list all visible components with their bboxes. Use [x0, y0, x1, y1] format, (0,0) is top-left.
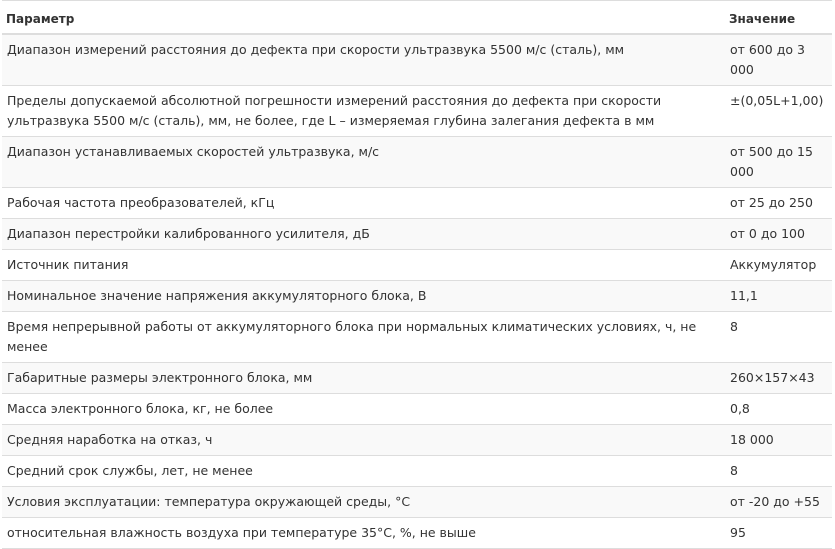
header-parameter: Параметр — [2, 0, 725, 35]
table-row: Пределы допускаемой абсолютной погрешнос… — [2, 85, 832, 137]
table-row: Номинальное значение напряжения аккумуля… — [2, 280, 832, 312]
parameter-cell: Габаритные размеры электронного блока, м… — [2, 362, 725, 394]
header-row: Параметр Значение — [2, 0, 832, 35]
header-value: Значение — [725, 0, 832, 35]
table-row: Диапазон измерений расстояния до дефекта… — [2, 34, 832, 86]
parameter-cell: Номинальное значение напряжения аккумуля… — [2, 280, 725, 312]
parameter-cell: Диапазон устанавливаемых скоростей ультр… — [2, 136, 725, 188]
table-body: Диапазон измерений расстояния до дефекта… — [2, 34, 832, 549]
value-cell: Аккумулятор — [725, 249, 832, 281]
value-cell: ±(0,05L+1,00) — [725, 85, 832, 137]
parameter-cell: Диапазон измерений расстояния до дефекта… — [2, 34, 725, 86]
parameter-cell: относительная влажность воздуха при темп… — [2, 517, 725, 549]
value-cell: 260×157×43 — [725, 362, 832, 394]
parameter-cell: Пределы допускаемой абсолютной погрешнос… — [2, 85, 725, 137]
value-cell: 0,8 — [725, 393, 832, 425]
parameter-cell: Рабочая частота преобразователей, кГц — [2, 187, 725, 219]
parameter-cell: Масса электронного блока, кг, не более — [2, 393, 725, 425]
value-cell: от 600 до 3 000 — [725, 34, 832, 86]
table-row: Рабочая частота преобразователей, кГц от… — [2, 187, 832, 219]
table-row: Масса электронного блока, кг, не более 0… — [2, 393, 832, 425]
parameter-cell: Диапазон перестройки калиброванного усил… — [2, 218, 725, 250]
specifications-table: Параметр Значение Диапазон измерений рас… — [2, 0, 832, 549]
table-row: Диапазон перестройки калиброванного усил… — [2, 218, 832, 250]
parameter-cell: Время непрерывной работы от аккумуляторн… — [2, 311, 725, 363]
value-cell: 11,1 — [725, 280, 832, 312]
parameter-cell: Источник питания — [2, 249, 725, 281]
value-cell: от -20 до +55 — [725, 486, 832, 518]
value-cell: 95 — [725, 517, 832, 549]
table-row: Источник питания Аккумулятор — [2, 249, 832, 281]
table-row: Диапазон устанавливаемых скоростей ультр… — [2, 136, 832, 188]
value-cell: 8 — [725, 311, 832, 363]
table-row: Средний срок службы, лет, не менее 8 — [2, 455, 832, 487]
value-cell: от 500 до 15 000 — [725, 136, 832, 188]
value-cell: 18 000 — [725, 424, 832, 456]
table-row: относительная влажность воздуха при темп… — [2, 517, 832, 549]
table-row: Условия эксплуатации: температура окружа… — [2, 486, 832, 518]
table-row: Средняя наработка на отказ, ч 18 000 — [2, 424, 832, 456]
parameter-cell: Условия эксплуатации: температура окружа… — [2, 486, 725, 518]
value-cell: от 25 до 250 — [725, 187, 832, 219]
parameter-cell: Средний срок службы, лет, не менее — [2, 455, 725, 487]
table-row: Габаритные размеры электронного блока, м… — [2, 362, 832, 394]
parameter-cell: Средняя наработка на отказ, ч — [2, 424, 725, 456]
table-row: Время непрерывной работы от аккумуляторн… — [2, 311, 832, 363]
table-header: Параметр Значение — [2, 0, 832, 35]
value-cell: от 0 до 100 — [725, 218, 832, 250]
value-cell: 8 — [725, 455, 832, 487]
